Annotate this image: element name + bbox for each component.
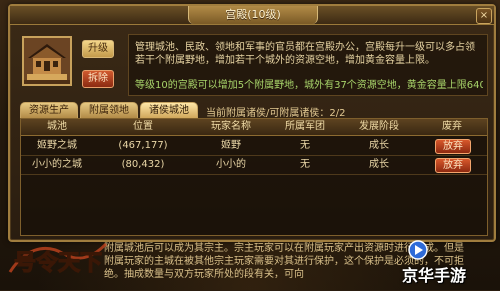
tab-attached-territory[interactable]: 附属领地	[80, 102, 138, 118]
upgrade-button[interactable]: 升级	[82, 40, 114, 58]
palace-dialog: 宫殿(10级) × 升级 拆除 管理城池、民政、领地和军事的官员都在宫殿办公，宫…	[8, 4, 496, 242]
abandon-button[interactable]: 放弃	[435, 139, 471, 154]
palace-building-image	[22, 36, 72, 86]
cell-legion: 无	[300, 159, 310, 170]
cell-stage: 成长	[369, 140, 389, 151]
column-header-city: 城池	[47, 121, 67, 132]
vassal-capacity-label: 当前附属诸侯/可附属诸侯：2/2	[206, 108, 346, 119]
column-header-position: 位置	[133, 121, 153, 132]
building-status-note: 等级10的宫殿可以增加5个附属野地，城外有37个资源空地，黄金容量上限64000…	[135, 80, 483, 91]
cell-stage: 成长	[369, 159, 389, 170]
column-header-stage: 发展阶段	[359, 121, 399, 132]
close-button[interactable]: ×	[476, 8, 492, 24]
watermark-icon	[408, 240, 428, 260]
table-row: 小小的之城 (80,432) 小小的 无 成长 放弃	[21, 156, 487, 175]
cell-position: (467,177)	[118, 140, 168, 151]
building-description-panel: 管理城池、民政、领地和军事的官员都在宫殿办公，宫殿每升一级可以多占领若干个附属野…	[128, 34, 488, 96]
building-description: 管理城池、民政、领地和军事的官员都在宫殿办公，宫殿每升一级可以多占领若干个附属野…	[135, 42, 475, 66]
column-header-abandon: 废弃	[442, 121, 462, 132]
abandon-button[interactable]: 放弃	[435, 158, 471, 173]
logo-wordmark: 号令天下	[14, 250, 102, 276]
cell-player: 小小的	[216, 159, 246, 170]
tab-resource-production[interactable]: 资源生产	[20, 102, 78, 118]
table-header: 城池 位置 玩家名称 所属军团 发展阶段 废弃	[21, 119, 487, 136]
game-logo: 号令天下	[4, 232, 112, 288]
cell-legion: 无	[300, 140, 310, 151]
vassal-city-table: 城池 位置 玩家名称 所属军团 发展阶段 废弃 姬野之城 (467,177) 姬…	[20, 118, 488, 236]
column-header-legion: 所属军团	[285, 121, 325, 132]
cell-player: 姬野	[221, 140, 241, 151]
column-header-player: 玩家名称	[211, 121, 251, 132]
demolish-button[interactable]: 拆除	[82, 70, 114, 88]
tab-vassal-cities[interactable]: 诸侯城池	[140, 102, 198, 118]
watermark-text: 京华手游	[402, 266, 467, 285]
cell-city: 姬野之城	[37, 140, 77, 151]
table-row: 姬野之城 (467,177) 姬野 无 成长 放弃	[21, 137, 487, 156]
dialog-title: 宫殿(10级)	[188, 6, 318, 24]
cell-position: (80,432)	[121, 159, 165, 170]
title-bar: 宫殿(10级) ×	[10, 6, 494, 25]
cell-city: 小小的之城	[32, 159, 82, 170]
